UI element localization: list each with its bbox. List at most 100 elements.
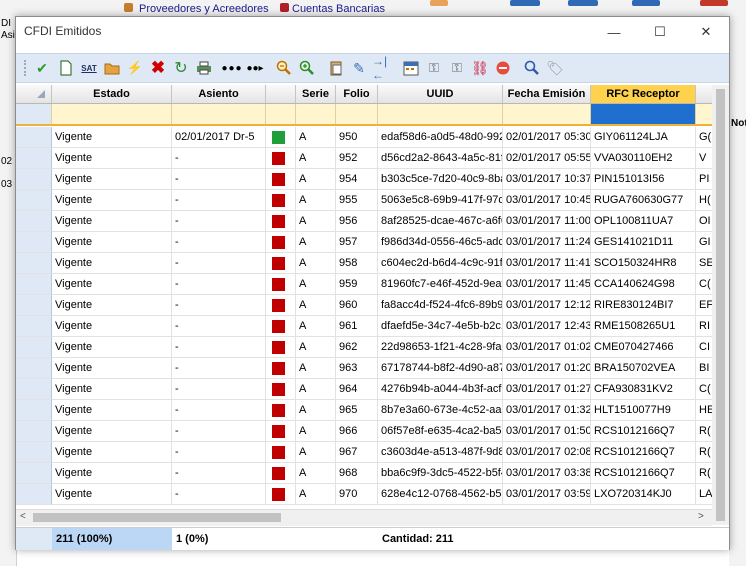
row-indicator[interactable] bbox=[16, 148, 52, 169]
cell-uuid[interactable]: edaf58d6-a0d5-48d0-992 bbox=[378, 127, 503, 148]
table-row[interactable]: Vigente - A 958 c604ec2d-b6d4-4c9c-91fa 03/01… bbox=[16, 253, 712, 274]
cell-asiento[interactable]: - bbox=[172, 400, 266, 421]
cell-serie[interactable]: A bbox=[296, 232, 336, 253]
header-serie[interactable]: Serie bbox=[296, 85, 336, 103]
paste-icon[interactable] bbox=[326, 58, 346, 78]
cell-asiento[interactable]: - bbox=[172, 295, 266, 316]
cell-serie[interactable]: A bbox=[296, 337, 336, 358]
cell-fecha-emision[interactable]: 03/01/2017 11:41 bbox=[503, 253, 591, 274]
table-row[interactable]: Vigente - A 962 22d98653-1f21-4c28-9fal 03/01… bbox=[16, 337, 712, 358]
cell-fecha-emision[interactable]: 03/01/2017 01:32 bbox=[503, 400, 591, 421]
cell-serie[interactable]: A bbox=[296, 463, 336, 484]
zoom-out-icon[interactable] bbox=[274, 58, 294, 78]
cell-status[interactable] bbox=[266, 253, 296, 274]
title-bar[interactable]: CFDI Emitidos — ☐ ✕ bbox=[16, 17, 729, 47]
header-folio[interactable]: Folio bbox=[336, 85, 378, 103]
cell-rfc-receptor[interactable]: BRA150702VEA bbox=[591, 358, 696, 379]
cell-status[interactable] bbox=[266, 169, 296, 190]
dots-right-icon[interactable]: ●●▸ bbox=[244, 58, 266, 78]
cell-rfc-receptor[interactable]: VVA030110EH2 bbox=[591, 148, 696, 169]
cell-uuid[interactable]: c604ec2d-b6d4-4c9c-91fa bbox=[378, 253, 503, 274]
cell-serie[interactable]: A bbox=[296, 400, 336, 421]
cell-uuid[interactable]: 8af28525-dcae-467c-a6f6 bbox=[378, 211, 503, 232]
cell-folio[interactable]: 970 bbox=[336, 484, 378, 505]
table-row[interactable]: Vigente - A 960 fa8acc4d-f524-4fc6-89b9- 03/0… bbox=[16, 295, 712, 316]
cell-folio[interactable]: 961 bbox=[336, 316, 378, 337]
cell-fecha-emision[interactable]: 03/01/2017 01:02 bbox=[503, 337, 591, 358]
cell-status[interactable] bbox=[266, 295, 296, 316]
cell-fecha-emision[interactable]: 03/01/2017 01:50 bbox=[503, 421, 591, 442]
header-indicator[interactable] bbox=[16, 85, 52, 103]
cell-estado[interactable]: Vigente bbox=[52, 379, 172, 400]
cell-asiento[interactable]: - bbox=[172, 421, 266, 442]
cell-rfc-receptor[interactable]: CCA140624G98 bbox=[591, 274, 696, 295]
table-row[interactable]: Vigente - A 957 f986d34d-0556-46c5-adc 03/01/… bbox=[16, 232, 712, 253]
row-indicator[interactable] bbox=[16, 316, 52, 337]
minimize-button[interactable]: — bbox=[591, 17, 637, 47]
table-row[interactable]: Vigente - A 968 bba6c9f9-3dc5-4522-b5f4 03/01… bbox=[16, 463, 712, 484]
cell-estado[interactable]: Vigente bbox=[52, 442, 172, 463]
row-indicator[interactable] bbox=[16, 232, 52, 253]
close-button[interactable]: ✕ bbox=[683, 17, 729, 47]
refresh-icon[interactable]: ↻ bbox=[171, 58, 191, 78]
cell-status[interactable] bbox=[266, 358, 296, 379]
cell-uuid[interactable]: 67178744-b8f2-4d90-a87 bbox=[378, 358, 503, 379]
row-indicator[interactable] bbox=[16, 484, 52, 505]
cell-folio[interactable]: 962 bbox=[336, 337, 378, 358]
scroll-left-icon[interactable]: < bbox=[20, 511, 26, 522]
vertical-scroll-thumb[interactable] bbox=[716, 89, 725, 521]
cell-uuid[interactable]: c3603d4e-a513-487f-9d8 bbox=[378, 442, 503, 463]
cell-rfc-receptor[interactable]: PIN151013I56 bbox=[591, 169, 696, 190]
cell-fecha-emision[interactable]: 03/01/2017 02:08 bbox=[503, 442, 591, 463]
cell-estado[interactable]: Vigente bbox=[52, 358, 172, 379]
key-icon[interactable]: ⚿ bbox=[424, 58, 444, 78]
cell-fecha-emision[interactable]: 03/01/2017 10:37 bbox=[503, 169, 591, 190]
cell-asiento[interactable]: - bbox=[172, 358, 266, 379]
cell-extra[interactable]: LA bbox=[696, 484, 712, 505]
cell-extra[interactable]: RI bbox=[696, 316, 712, 337]
cell-estado[interactable]: Vigente bbox=[52, 232, 172, 253]
cell-serie[interactable]: A bbox=[296, 274, 336, 295]
cell-uuid[interactable]: 628e4c12-0768-4562-b55 bbox=[378, 484, 503, 505]
cell-status[interactable] bbox=[266, 211, 296, 232]
cell-serie[interactable]: A bbox=[296, 358, 336, 379]
row-indicator[interactable] bbox=[16, 295, 52, 316]
cell-serie[interactable]: A bbox=[296, 190, 336, 211]
table-row[interactable]: Vigente - A 952 d56cd2a2-8643-4a5c-81fl 02/01… bbox=[16, 148, 712, 169]
cell-extra[interactable]: C( bbox=[696, 379, 712, 400]
table-row[interactable]: Vigente - A 954 b303c5ce-7d20-40c9-8ba 03/01/… bbox=[16, 169, 712, 190]
table-row[interactable]: Vigente - A 965 8b7e3a60-673e-4c52-aa8 03/01/… bbox=[16, 400, 712, 421]
print-icon[interactable] bbox=[194, 58, 214, 78]
cell-extra[interactable]: H( bbox=[696, 190, 712, 211]
cell-serie[interactable]: A bbox=[296, 316, 336, 337]
cancel-icon[interactable] bbox=[493, 58, 513, 78]
cell-uuid[interactable]: fa8acc4d-f524-4fc6-89b9- bbox=[378, 295, 503, 316]
cell-estado[interactable]: Vigente bbox=[52, 316, 172, 337]
cell-uuid[interactable]: 8b7e3a60-673e-4c52-aa8 bbox=[378, 400, 503, 421]
cell-uuid[interactable]: dfaefd5e-34c7-4e5b-b2c1 bbox=[378, 316, 503, 337]
cell-extra[interactable]: OI bbox=[696, 211, 712, 232]
cell-folio[interactable]: 960 bbox=[336, 295, 378, 316]
cell-fecha-emision[interactable]: 03/01/2017 12:12 bbox=[503, 295, 591, 316]
cell-asiento[interactable]: - bbox=[172, 148, 266, 169]
cell-status[interactable] bbox=[266, 442, 296, 463]
cell-fecha-emision[interactable]: 02/01/2017 05:55 bbox=[503, 148, 591, 169]
cell-serie[interactable]: A bbox=[296, 148, 336, 169]
header-asiento[interactable]: Asiento bbox=[172, 85, 266, 103]
table-row[interactable]: Vigente - A 959 81960fc7-e46f-452d-9eat 03/01… bbox=[16, 274, 712, 295]
cell-extra[interactable]: HE bbox=[696, 400, 712, 421]
filter-estado[interactable] bbox=[52, 104, 172, 124]
cell-extra[interactable]: G( bbox=[696, 127, 712, 148]
cell-folio[interactable]: 967 bbox=[336, 442, 378, 463]
cell-folio[interactable]: 952 bbox=[336, 148, 378, 169]
cell-asiento[interactable]: - bbox=[172, 169, 266, 190]
calendar-icon[interactable] bbox=[401, 58, 421, 78]
table-row[interactable]: Vigente - A 967 c3603d4e-a513-487f-9d8 03/01/… bbox=[16, 442, 712, 463]
table-row[interactable]: Vigente - A 966 06f57e8f-e635-4ca2-ba56 03/01… bbox=[16, 421, 712, 442]
maximize-button[interactable]: ☐ bbox=[637, 17, 683, 47]
cell-folio[interactable]: 950 bbox=[336, 127, 378, 148]
table-row[interactable]: Vigente 02/01/2017 Dr-5 A 950 edaf58d6-a0d5-… bbox=[16, 127, 712, 148]
toolbar-grip[interactable] bbox=[24, 60, 28, 76]
horizontal-scroll-thumb[interactable] bbox=[33, 513, 281, 522]
cell-asiento[interactable]: - bbox=[172, 379, 266, 400]
